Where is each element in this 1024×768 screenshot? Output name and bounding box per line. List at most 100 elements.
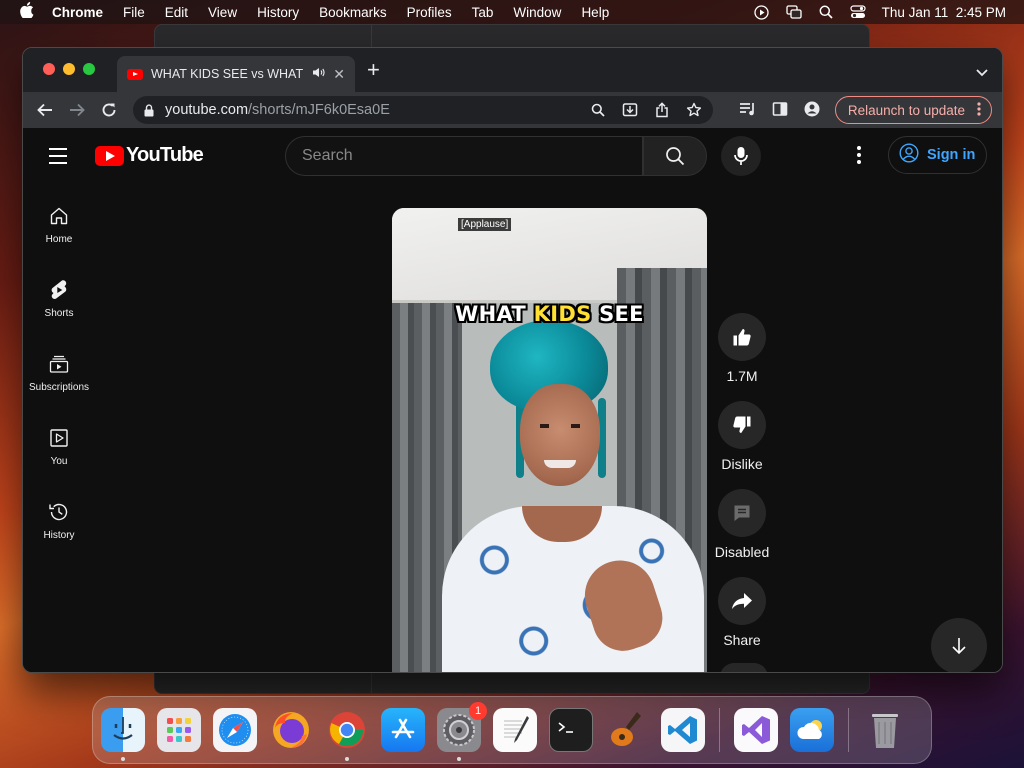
menu-window[interactable]: Window: [513, 5, 561, 20]
voice-search-button[interactable]: [721, 136, 761, 176]
menu-file[interactable]: File: [123, 5, 145, 20]
menu-app-name[interactable]: Chrome: [52, 5, 103, 20]
comments-disabled-icon: [734, 505, 750, 521]
trash-icon[interactable]: [863, 708, 907, 752]
menu-edit[interactable]: Edit: [165, 5, 188, 20]
address-bar[interactable]: youtube.com/shorts/mJF6k0Esa0E: [133, 96, 713, 124]
share-page-icon[interactable]: [653, 101, 671, 119]
sidebar-item-home[interactable]: Home: [23, 184, 95, 258]
sidebar-label-subscriptions: Subscriptions: [28, 382, 90, 393]
home-icon: [47, 204, 71, 228]
comments-action: Disabled: [714, 489, 770, 560]
shorts-video-player[interactable]: [Applause] WHAT KIDS SEE: [392, 208, 707, 672]
sidebar-item-shorts[interactable]: Shorts: [23, 258, 95, 332]
firefox-icon[interactable]: [269, 708, 313, 752]
share-button[interactable]: [718, 577, 766, 625]
like-count: 1.7M: [726, 368, 758, 384]
back-arrow-icon[interactable]: [35, 100, 55, 120]
audio-playing-icon[interactable]: [312, 67, 325, 81]
new-tab-button[interactable]: +: [367, 59, 380, 81]
tab-search-chevron-icon[interactable]: [976, 64, 988, 82]
sign-in-button[interactable]: Sign in: [888, 136, 987, 174]
zoom-search-icon[interactable]: [589, 101, 607, 119]
control-center-icon[interactable]: [850, 5, 866, 19]
forward-arrow-icon[interactable]: [67, 100, 87, 120]
finder-icon[interactable]: [101, 708, 145, 761]
dock-separator: [719, 708, 720, 752]
guide-menu-icon[interactable]: [49, 148, 67, 169]
history-icon: [47, 500, 71, 524]
shorts-icon: [47, 278, 71, 302]
side-panel-icon[interactable]: [771, 100, 789, 118]
relaunch-to-update-button[interactable]: Relaunch to update: [834, 96, 992, 124]
search-button[interactable]: [643, 136, 707, 176]
lock-icon[interactable]: [143, 103, 155, 117]
garageband-icon[interactable]: [605, 708, 649, 752]
menu-tab[interactable]: Tab: [472, 5, 494, 20]
launchpad-icon[interactable]: [157, 708, 201, 752]
menu-profiles[interactable]: Profiles: [407, 5, 452, 20]
dock: 1: [92, 696, 932, 764]
profile-avatar-icon[interactable]: [803, 100, 821, 118]
menu-history[interactable]: History: [257, 5, 299, 20]
menu-bookmarks[interactable]: Bookmarks: [319, 5, 387, 20]
screen-mirroring-icon[interactable]: [786, 5, 802, 19]
person-face: [520, 384, 600, 486]
youtube-header: YouTube Search Sign in: [23, 128, 1002, 184]
shorts-actions: 1.7M Dislike Disabled Share: [714, 313, 770, 665]
sidebar-item-history[interactable]: History: [23, 480, 95, 554]
safari-icon[interactable]: [213, 708, 257, 752]
bookmark-star-icon[interactable]: [685, 101, 703, 119]
tab-close-icon[interactable]: ✕: [333, 66, 345, 83]
media-controls-icon[interactable]: [739, 100, 757, 118]
chrome-icon[interactable]: [325, 708, 369, 761]
like-button[interactable]: [718, 313, 766, 361]
reload-icon[interactable]: [99, 100, 119, 120]
menu-view[interactable]: View: [208, 5, 237, 20]
close-window-button[interactable]: [43, 63, 55, 75]
comments-label: Disabled: [714, 544, 770, 560]
dislike-button[interactable]: [718, 401, 766, 449]
search-icon: [666, 147, 685, 166]
now-playing-icon[interactable]: [754, 4, 770, 20]
share-action: Share: [717, 577, 767, 648]
dislike-action: Dislike: [717, 401, 767, 472]
sidebar-label-home: Home: [45, 234, 73, 245]
apple-menu-icon[interactable]: [18, 2, 36, 22]
comments-button[interactable]: [718, 489, 766, 537]
url-host: youtube.com: [165, 102, 249, 118]
visual-studio-code-icon[interactable]: [661, 708, 705, 752]
youtube-page: YouTube Search Sign in Home Shorts Subsc…: [23, 128, 1002, 672]
weather-icon[interactable]: [790, 708, 834, 752]
youtube-logo[interactable]: YouTube: [95, 144, 204, 167]
minimize-window-button[interactable]: [63, 63, 75, 75]
tab-strip: WHAT KIDS SEE vs WHAT ✕ +: [23, 48, 1002, 92]
tab-title: WHAT KIDS SEE vs WHAT: [151, 67, 304, 81]
menu-help[interactable]: Help: [581, 5, 609, 20]
browser-window: WHAT KIDS SEE vs WHAT ✕ + youtube.com/sh…: [22, 47, 1003, 673]
closed-caption: [Applause]: [458, 218, 512, 231]
subscriptions-icon: [47, 352, 71, 376]
menu-clock[interactable]: Thu Jan 11 2:45 PM: [882, 5, 1006, 20]
install-app-icon[interactable]: [621, 101, 639, 119]
terminal-icon[interactable]: [549, 708, 593, 752]
settings-more-icon[interactable]: [854, 146, 864, 164]
sign-in-label: Sign in: [927, 147, 976, 163]
sidebar-item-you[interactable]: You: [23, 406, 95, 480]
relaunch-label: Relaunch to update: [847, 102, 965, 118]
zoom-window-button[interactable]: [83, 63, 95, 75]
visual-studio-icon[interactable]: [734, 708, 778, 752]
app-store-icon[interactable]: [381, 708, 425, 752]
search-input[interactable]: Search: [285, 136, 643, 176]
tab-active[interactable]: WHAT KIDS SEE vs WHAT ✕: [117, 56, 355, 92]
next-video-button[interactable]: [931, 618, 987, 672]
youtube-play-icon: [95, 145, 124, 166]
system-settings-icon[interactable]: 1: [437, 702, 487, 761]
sidebar-item-subscriptions[interactable]: Subscriptions: [23, 332, 95, 406]
textedit-icon[interactable]: [493, 708, 537, 752]
chrome-menu-icon[interactable]: [977, 101, 981, 119]
remix-button-partial[interactable]: [720, 663, 768, 672]
like-action: 1.7M: [717, 313, 767, 384]
url-path: /shorts/mJF6k0Esa0E: [248, 102, 390, 118]
spotlight-search-icon[interactable]: [818, 5, 834, 19]
